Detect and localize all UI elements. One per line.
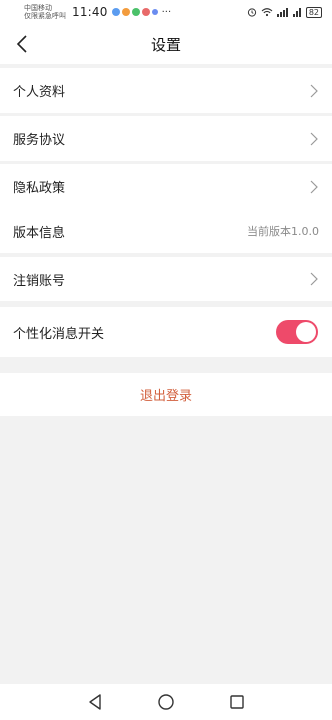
chevron-right-icon — [310, 180, 318, 193]
notification-icon — [111, 8, 120, 16]
more-notifications: ··· — [161, 6, 172, 18]
settings-row-service-agreement[interactable]: 服务协议 — [0, 116, 332, 161]
nav-back-button[interactable] — [83, 690, 107, 714]
version-value: 当前版本1.0.0 — [247, 225, 319, 238]
status-bar: 中国移动 仅限紧急呼叫 11:40 ··· 82 — [0, 0, 332, 24]
chevron-right-icon — [310, 132, 318, 145]
carrier-info: 中国移动 仅限紧急呼叫 — [24, 4, 66, 20]
notification-icons: ··· — [111, 6, 172, 18]
logout-label: 退出登录 — [139, 389, 192, 404]
page-title: 设置 — [150, 35, 181, 54]
nav-home-button[interactable] — [154, 690, 178, 714]
settings-row-label: 注销账号 — [13, 273, 66, 289]
notification-icon — [131, 8, 140, 16]
chevron-left-icon — [16, 35, 27, 53]
settings-row-label: 服务协议 — [13, 133, 66, 148]
status-right: 82 — [247, 6, 322, 18]
battery-indicator: 82 — [305, 6, 322, 18]
back-button[interactable] — [8, 30, 36, 58]
settings-row-label: 版本信息 — [13, 225, 66, 241]
settings-row-profile[interactable]: 个人资料 — [0, 68, 332, 113]
toggle-knob — [296, 322, 316, 342]
settings-row-cancel-account[interactable]: 注销账号 — [0, 257, 332, 301]
triangle-back-icon — [89, 694, 102, 710]
settings-row-version: 版本信息 当前版本1.0.0 — [0, 209, 332, 253]
notification-icon — [151, 9, 158, 15]
square-recents-icon — [229, 695, 244, 709]
settings-row-label: 隐私政策 — [13, 181, 66, 196]
personalized-message-toggle[interactable] — [276, 320, 318, 344]
settings-row-label: 个性化消息开关 — [13, 326, 105, 342]
notification-icon — [121, 8, 130, 16]
carrier-name: 中国移动 — [24, 4, 52, 12]
circle-home-icon — [158, 694, 174, 710]
header-bar: 设置 — [0, 24, 332, 64]
system-nav-bar — [0, 684, 332, 720]
chevron-right-icon — [310, 84, 318, 97]
signal-icon — [276, 8, 288, 17]
wifi-icon — [261, 8, 273, 17]
settings-row-personalized-messages: 个性化消息开关 — [0, 307, 332, 357]
logout-button[interactable]: 退出登录 — [0, 373, 332, 416]
settings-row-privacy-policy[interactable]: 隐私政策 — [0, 164, 332, 209]
alarm-icon — [247, 8, 256, 17]
nav-recents-button[interactable] — [225, 690, 249, 714]
status-time: 11:40 — [72, 5, 108, 19]
carrier-status: 仅限紧急呼叫 — [24, 12, 66, 20]
settings-row-label: 个人资料 — [13, 85, 66, 100]
notification-icon — [141, 8, 150, 16]
signal-icon — [292, 8, 301, 17]
chevron-right-icon — [310, 272, 318, 286]
